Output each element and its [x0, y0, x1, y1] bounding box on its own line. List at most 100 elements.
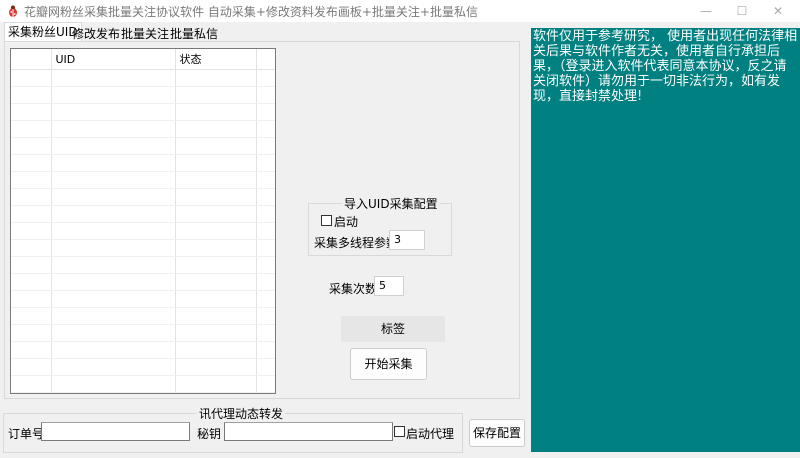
table-cell [51, 239, 176, 257]
table-cell [256, 188, 275, 206]
table-cell [175, 154, 257, 172]
table-row[interactable] [11, 120, 275, 138]
table-cell [51, 358, 176, 376]
table-cell [175, 358, 257, 376]
table-cell [256, 290, 275, 308]
start-collect-button[interactable]: 开始采集 [350, 348, 427, 380]
table-row[interactable] [11, 188, 275, 206]
enable-checkbox[interactable] [321, 215, 332, 226]
table-cell [175, 324, 257, 342]
table-cell [51, 324, 176, 342]
table-cell [175, 137, 257, 155]
table-cell [11, 324, 52, 342]
table-row[interactable] [11, 341, 275, 359]
table-cell [256, 375, 275, 393]
table-cell [256, 171, 275, 189]
tag-label: 标签 [341, 316, 445, 342]
secret-key-input[interactable] [224, 422, 393, 441]
table-row[interactable] [11, 239, 275, 257]
table-cell [51, 103, 176, 121]
table-cell [51, 375, 176, 393]
table-cell [175, 120, 257, 138]
table-cell [175, 171, 257, 189]
grid-column-status[interactable]: 状态 [175, 49, 257, 70]
table-row[interactable] [11, 324, 275, 342]
collect-count-input[interactable]: 5 [374, 276, 404, 296]
table-row[interactable] [11, 86, 275, 104]
table-row[interactable] [11, 307, 275, 325]
table-cell [256, 103, 275, 121]
table-cell [175, 273, 257, 291]
table-cell [256, 239, 275, 257]
table-cell [256, 137, 275, 155]
table-cell [51, 69, 176, 87]
table-cell [256, 120, 275, 138]
title-bar[interactable]: 花瓣网粉丝采集批量关注协议软件 自动采集+修改资料发布画板+批量关注+批量私信 … [0, 0, 800, 22]
table-cell [256, 69, 275, 87]
table-row[interactable] [11, 137, 275, 155]
table-row[interactable] [11, 69, 275, 87]
order-number-input[interactable] [41, 422, 190, 441]
table-row[interactable] [11, 222, 275, 240]
proxy-enable-checkbox[interactable] [394, 426, 405, 437]
table-cell [51, 341, 176, 359]
table-row[interactable] [11, 290, 275, 308]
table-cell [51, 290, 176, 308]
table-cell [175, 341, 257, 359]
table-cell [175, 205, 257, 223]
import-config-title: 导入UID采集配置 [342, 195, 440, 212]
table-row[interactable] [11, 358, 275, 376]
threads-input[interactable]: 3 [389, 230, 425, 250]
table-cell [51, 120, 176, 138]
table-row[interactable] [11, 256, 275, 274]
table-cell [256, 273, 275, 291]
table-row[interactable] [11, 154, 275, 172]
table-cell [11, 256, 52, 274]
table-cell [11, 222, 52, 240]
window-title: 花瓣网粉丝采集批量关注协议软件 自动采集+修改资料发布画板+批量关注+批量私信 [24, 5, 478, 19]
enable-label: 启动 [334, 215, 359, 229]
save-config-button[interactable]: 保存配置 [469, 419, 525, 447]
table-cell [256, 341, 275, 359]
table-cell [11, 290, 52, 308]
table-cell [175, 256, 257, 274]
table-cell [175, 86, 257, 104]
uid-grid[interactable]: UID 状态 [10, 48, 276, 394]
grid-row-header [11, 49, 52, 70]
order-label: 订单号 [8, 427, 45, 441]
table-cell [11, 188, 52, 206]
app-window: 花瓣网粉丝采集批量关注协议软件 自动采集+修改资料发布画板+批量关注+批量私信 … [0, 0, 800, 458]
table-cell [175, 290, 257, 308]
table-cell [175, 307, 257, 325]
table-cell [11, 375, 52, 393]
table-cell [175, 375, 257, 393]
table-cell [11, 137, 52, 155]
table-row[interactable] [11, 273, 275, 291]
table-cell [256, 205, 275, 223]
close-button[interactable]: ✕ [756, 0, 800, 22]
table-cell [175, 222, 257, 240]
table-cell [51, 154, 176, 172]
table-cell [175, 103, 257, 121]
table-cell [11, 205, 52, 223]
table-cell [51, 256, 176, 274]
table-row[interactable] [11, 103, 275, 121]
table-cell [51, 86, 176, 104]
table-cell [11, 273, 52, 291]
table-cell [51, 273, 176, 291]
table-cell [256, 307, 275, 325]
table-row[interactable] [11, 375, 275, 393]
table-row[interactable] [11, 205, 275, 223]
table-cell [11, 341, 52, 359]
proxy-title: 讯代理动态转发 [197, 405, 286, 422]
table-cell [51, 307, 176, 325]
table-cell [256, 358, 275, 376]
threads-label: 采集多线程参数 [314, 236, 399, 250]
grid-column-uid[interactable]: UID [51, 49, 176, 70]
table-cell [51, 188, 176, 206]
table-row[interactable] [11, 171, 275, 189]
grid-column-filler [256, 49, 275, 70]
table-cell [11, 239, 52, 257]
table-cell [11, 69, 52, 87]
table-cell [51, 137, 176, 155]
